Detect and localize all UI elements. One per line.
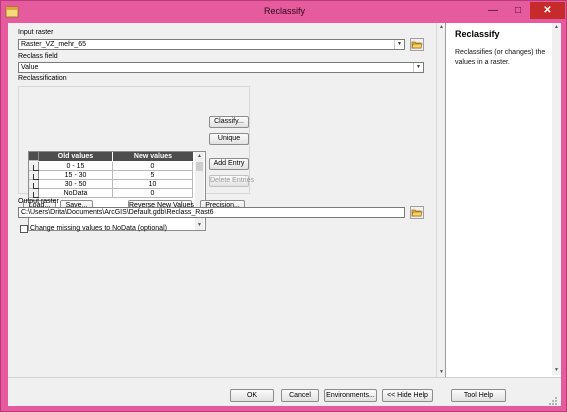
scroll-up-arrow-icon[interactable]: ▲	[195, 152, 204, 161]
row-selector[interactable]	[29, 180, 39, 189]
chevron-down-icon[interactable]: ▼	[394, 40, 404, 49]
parameters-pane: Input raster Raster_VZ_mehr_65 ▼ Reclass…	[8, 23, 435, 377]
environments-button[interactable]: Environments...	[324, 389, 377, 402]
table-cell-new[interactable]: 10	[113, 180, 193, 189]
input-raster-combobox[interactable]: Raster_VZ_mehr_65 ▼	[18, 39, 405, 50]
help-title: Reclassify	[455, 29, 500, 39]
close-button[interactable]: ✕	[530, 2, 565, 19]
hide-help-button[interactable]: << Hide Help	[382, 389, 433, 402]
delete-entries-button[interactable]: Delete Entries	[209, 175, 254, 187]
unique-button[interactable]: Unique	[209, 133, 249, 145]
scroll-thumb[interactable]	[196, 162, 203, 171]
table-cell-old[interactable]: NoData	[39, 189, 113, 198]
table-cell-new[interactable]: 0	[113, 189, 193, 198]
dialog-button-bar: OK Cancel Environments... << Hide Help T…	[8, 377, 561, 406]
table-cell-old[interactable]: 30 - 50	[39, 180, 113, 189]
ok-button[interactable]: OK	[230, 389, 274, 402]
output-raster-input[interactable]: C:\Users\Drita\Documents\ArcGIS\Default.…	[18, 207, 405, 218]
title-bar[interactable]: Reclassify — □ ✕	[1, 1, 567, 23]
reclassification-group: Old values New values 0 - 15 0 15 - 30 5…	[18, 86, 254, 231]
table-scrollbar[interactable]: ▲ ▼	[195, 152, 204, 230]
help-scrollbar[interactable]: ▲ ▼	[552, 23, 561, 375]
input-raster-value: Raster_VZ_mehr_65	[21, 41, 86, 48]
scroll-up-arrow-icon[interactable]: ▲	[552, 23, 561, 32]
missing-to-nodata-checkbox[interactable]	[20, 225, 28, 233]
help-text: Reclassifies (or changes) the values in …	[455, 49, 546, 66]
client-area: Input raster Raster_VZ_mehr_65 ▼ Reclass…	[8, 23, 561, 406]
row-selector[interactable]	[29, 189, 39, 198]
row-selector[interactable]	[29, 162, 39, 171]
reclassification-label: Reclassification	[18, 75, 67, 82]
resize-grip-icon[interactable]	[548, 396, 558, 406]
chevron-down-icon[interactable]: ▼	[413, 63, 423, 72]
reclass-field-select[interactable]: Value ▼	[18, 62, 424, 73]
table-corner	[29, 152, 39, 161]
output-raster-browse-button[interactable]	[410, 206, 424, 219]
column-header-new-values[interactable]: New values	[113, 152, 193, 161]
scroll-down-arrow-icon[interactable]: ▼	[552, 366, 561, 375]
add-entry-button[interactable]: Add Entry	[209, 158, 249, 170]
column-header-old-values[interactable]: Old values	[39, 152, 112, 161]
input-raster-browse-button[interactable]	[410, 38, 424, 51]
help-pane: Reclassify Reclassifies (or changes) the…	[445, 23, 561, 377]
folder-open-icon	[411, 41, 423, 49]
folder-open-icon	[411, 209, 423, 217]
reclass-field-label: Reclass field	[18, 53, 58, 60]
classify-button[interactable]: Classify...	[209, 116, 249, 128]
maximize-button[interactable]: □	[506, 2, 530, 19]
input-raster-label: Input raster	[18, 29, 54, 36]
tool-help-button[interactable]: Tool Help	[451, 389, 506, 402]
parameters-scrollbar[interactable]: ▲ ▼	[436, 23, 445, 377]
minimize-button[interactable]: —	[481, 2, 505, 19]
table-cell-new[interactable]: 5	[113, 171, 193, 180]
cancel-button[interactable]: Cancel	[281, 389, 319, 402]
table-cell-new[interactable]: 0	[113, 162, 193, 171]
output-raster-value: C:\Users\Drita\Documents\ArcGIS\Default.…	[21, 209, 214, 216]
scroll-down-arrow-icon[interactable]: ▼	[195, 221, 204, 230]
reclass-table[interactable]: Old values New values 0 - 15 0 15 - 30 5…	[28, 151, 206, 231]
window-frame: Reclassify — □ ✕ Input raster Raster_VZ_…	[0, 0, 567, 412]
table-cell-old[interactable]: 15 - 30	[39, 171, 113, 180]
row-selector[interactable]	[29, 171, 39, 180]
missing-to-nodata-label: Change missing values to NoData (optiona…	[30, 225, 167, 232]
table-cell-old[interactable]: 0 - 15	[39, 162, 113, 171]
output-raster-label: Output raster	[18, 198, 59, 205]
reclass-field-value: Value	[21, 64, 39, 71]
